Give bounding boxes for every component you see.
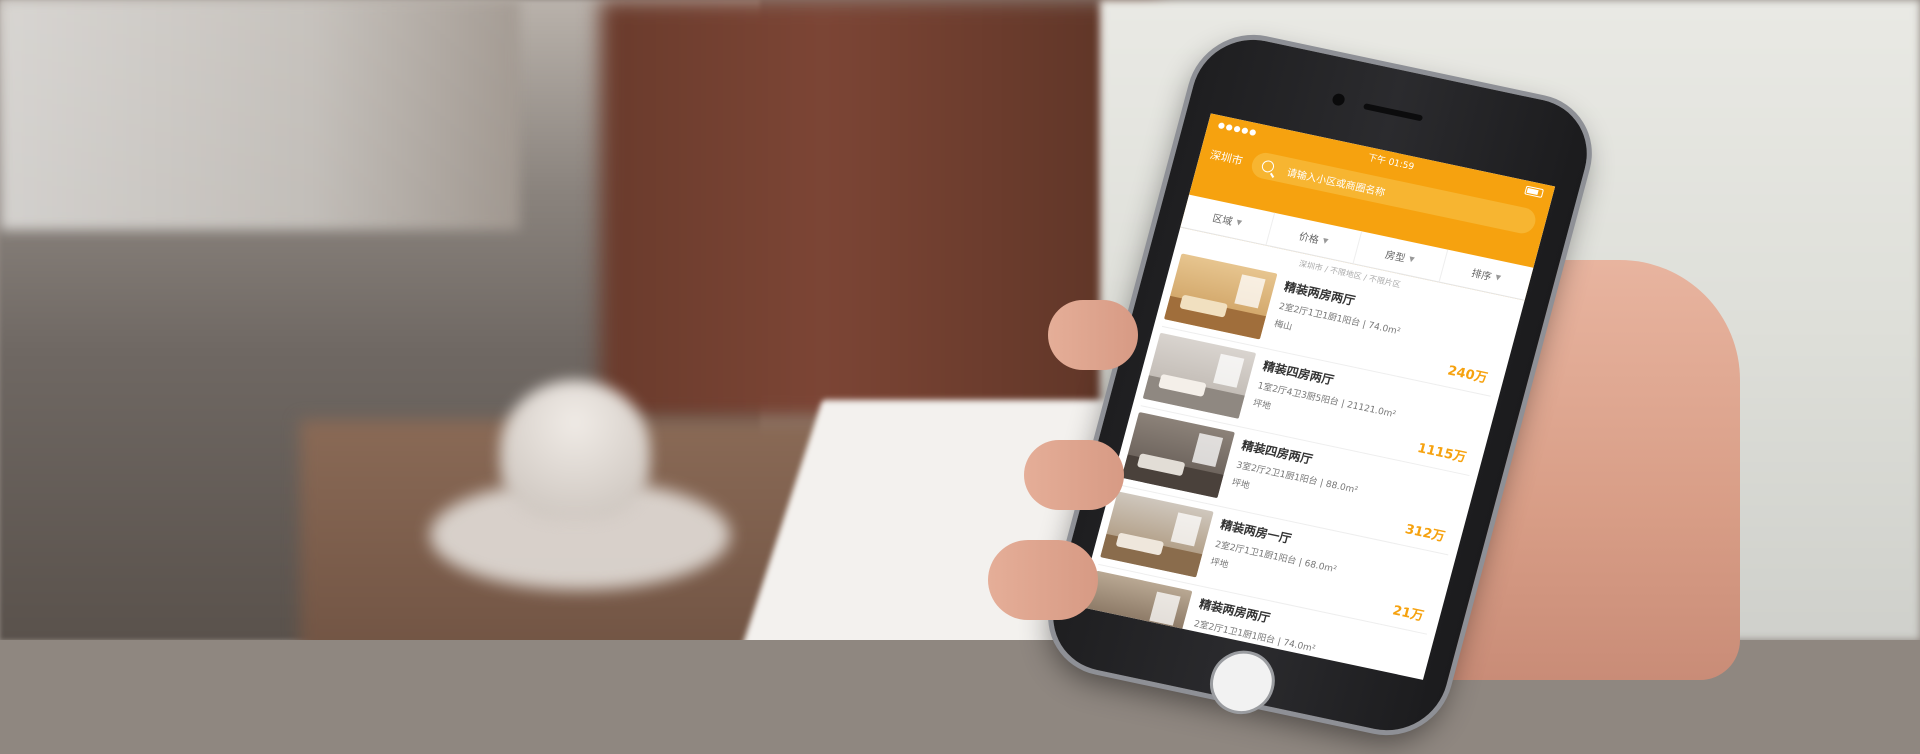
listing-photo [1100, 491, 1214, 578]
listing-photo [1121, 411, 1235, 499]
filter-sort-label: 排序 [1470, 268, 1493, 284]
front-camera-icon [1331, 92, 1346, 107]
hand-finger [1024, 440, 1124, 510]
battery-icon [1524, 185, 1545, 198]
listing-photo [1142, 332, 1257, 419]
chevron-down-icon: ▼ [1494, 272, 1502, 282]
chevron-down-icon: ▼ [1321, 236, 1330, 245]
chevron-down-icon: ▼ [1235, 217, 1243, 227]
filter-room-type-label: 房型 [1383, 249, 1407, 265]
home-button[interactable] [1202, 644, 1282, 720]
filter-area-label: 区域 [1211, 213, 1234, 229]
earpiece-speaker [1362, 103, 1424, 122]
listing-list: 精装两房两厅 2室2厅1卫1厨1阳台 | 74.0m² 梅山 240万 精装四房… [1078, 246, 1520, 680]
hand-finger [988, 540, 1098, 620]
blurred-window [0, 0, 520, 230]
listing-photo [1163, 253, 1278, 340]
filter-price-label: 价格 [1297, 231, 1320, 247]
search-icon [1260, 159, 1276, 174]
hand-finger [1048, 300, 1138, 370]
chevron-down-icon: ▼ [1408, 254, 1416, 264]
blurred-coffee-cup [500, 380, 650, 520]
search-placeholder: 请输入小区或商圈名称 [1285, 167, 1387, 199]
city-selector[interactable]: 深圳市 [1208, 146, 1244, 168]
